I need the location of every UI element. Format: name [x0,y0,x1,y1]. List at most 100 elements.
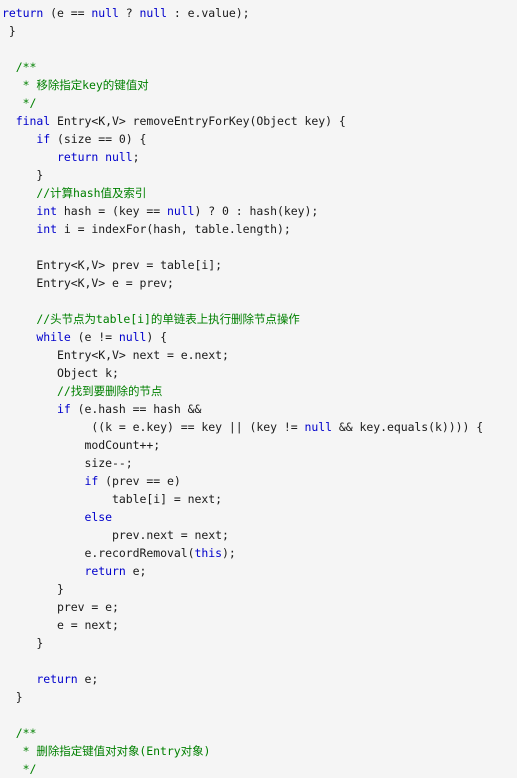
code-token-kw: return [2,150,99,164]
code-token-com: //计算hash值及索引 [2,186,147,200]
code-token-txt: e.recordRemoval( [2,546,195,560]
code-token-kw: while [2,330,71,344]
code-token-txt: (prev == e) [98,474,181,488]
code-line: else [0,508,517,526]
code-line: Entry<K,V> next = e.next; [0,346,517,364]
code-token-txt: } [2,24,16,38]
code-line: return e; [0,562,517,580]
code-token-kw: null [105,150,133,164]
code-token-txt: table[i] = next; [2,492,222,506]
code-line: if (prev == e) [0,472,517,490]
code-block[interactable]: return (e == null ? null : e.value); } /… [0,0,517,778]
code-line: return (e == null ? null : e.value); [0,4,517,22]
code-line: if (e.hash == hash && [0,400,517,418]
code-line: Entry<K,V> e = prev; [0,274,517,292]
code-token-kw: null [166,204,195,218]
code-line: while (e != null) { [0,328,517,346]
code-token-txt: (e != [70,330,119,344]
code-token-txt: (size == 0) { [50,132,147,146]
code-line: * 移除指定key的键值对 [0,76,517,94]
code-line: e = next; [0,616,517,634]
code-token-txt: e; [77,672,99,686]
code-token-txt: Object k; [2,366,119,380]
code-line: modCount++; [0,436,517,454]
code-token-txt: i = indexFor(hash, table.length); [57,222,291,236]
code-token-kw: int [2,222,57,236]
code-token-txt: } [2,690,23,704]
code-token-txt: Entry<K,V> e = prev; [2,276,174,290]
code-token-kw: return [2,6,44,20]
code-line: final Entry<K,V> removeEntryForKey(Objec… [0,112,517,130]
code-token-kw: null [304,420,332,434]
code-line: } [0,166,517,184]
code-token-kw: null [118,330,147,344]
code-line: e.recordRemoval(this); [0,544,517,562]
code-token-txt: } [2,582,64,596]
code-token-txt: } [2,636,44,650]
code-token-kw: else [2,510,112,524]
code-token-txt: prev = e; [2,600,119,614]
code-token-kw: null [139,6,168,20]
code-token-txt: ; [132,150,140,164]
code-token-kw: final [2,114,51,128]
code-token-txt: && key.equals(k)))) { [331,420,484,434]
code-line: /** [0,58,517,76]
code-token-txt: ? [118,6,140,20]
code-token-txt: e; [125,564,147,578]
code-token-kw: if [2,132,51,146]
code-token-txt: modCount++; [2,438,161,452]
code-line: } [0,580,517,598]
code-line: //计算hash值及索引 [0,184,517,202]
code-token-txt: : e.value); [167,6,250,20]
code-token-txt: ) ? 0 : hash(key); [194,204,319,218]
code-token-txt: size--; [2,456,133,470]
code-token-txt: } [2,168,44,182]
code-token-com: */ [2,762,37,776]
code-line: size--; [0,454,517,472]
code-token-com: * 移除指定key的键值对 [2,78,149,92]
code-line: if (size == 0) { [0,130,517,148]
code-token-txt: ((k = e.key) == key || (key != [2,420,305,434]
code-token-com: */ [2,96,37,110]
code-token-txt: e = next; [2,618,119,632]
code-token-txt: Entry<K,V> next = e.next; [2,348,229,362]
code-line: table[i] = next; [0,490,517,508]
code-token-com: //找到要删除的节点 [2,384,163,398]
code-token-txt: ); [221,546,236,560]
code-line: return e; [0,670,517,688]
code-token-com: //头节点为table[i]的单链表上执行删除节点操作 [2,312,300,326]
code-token-kw: if [2,402,71,416]
code-line: } [0,688,517,706]
code-line: */ [0,94,517,112]
code-token-txt: hash = (key == [57,204,167,218]
code-line: /** [0,724,517,742]
code-line: } [0,634,517,652]
code-token-com: * 删除指定键值对对象(Entry对象) [2,744,211,758]
code-token-txt: Entry<K,V> removeEntryForKey(Object key)… [50,114,346,128]
code-line: int hash = (key == null) ? 0 : hash(key)… [0,202,517,220]
code-token-txt: ) { [146,330,167,344]
code-line: */ [0,760,517,778]
code-line: prev.next = next; [0,526,517,544]
code-token-kw: if [2,474,99,488]
code-token-txt: ( [43,6,57,20]
code-token-txt: Entry<K,V> prev = table[i]; [2,258,222,272]
code-token-kw: this [194,546,222,560]
code-line: return null; [0,148,517,166]
code-line: //找到要删除的节点 [0,382,517,400]
code-token-txt: (e.hash == hash && [70,402,202,416]
code-line: Object k; [0,364,517,382]
code-token-kw: null [91,6,119,20]
code-token-com: /** [2,726,37,740]
code-line: ((k = e.key) == key || (key != null && k… [0,418,517,436]
code-token-kw: return [2,672,78,686]
code-token-kw: return [2,564,126,578]
code-token-txt: e == [57,6,92,20]
code-line: } [0,22,517,40]
code-line: prev = e; [0,598,517,616]
code-line: int i = indexFor(hash, table.length); [0,220,517,238]
